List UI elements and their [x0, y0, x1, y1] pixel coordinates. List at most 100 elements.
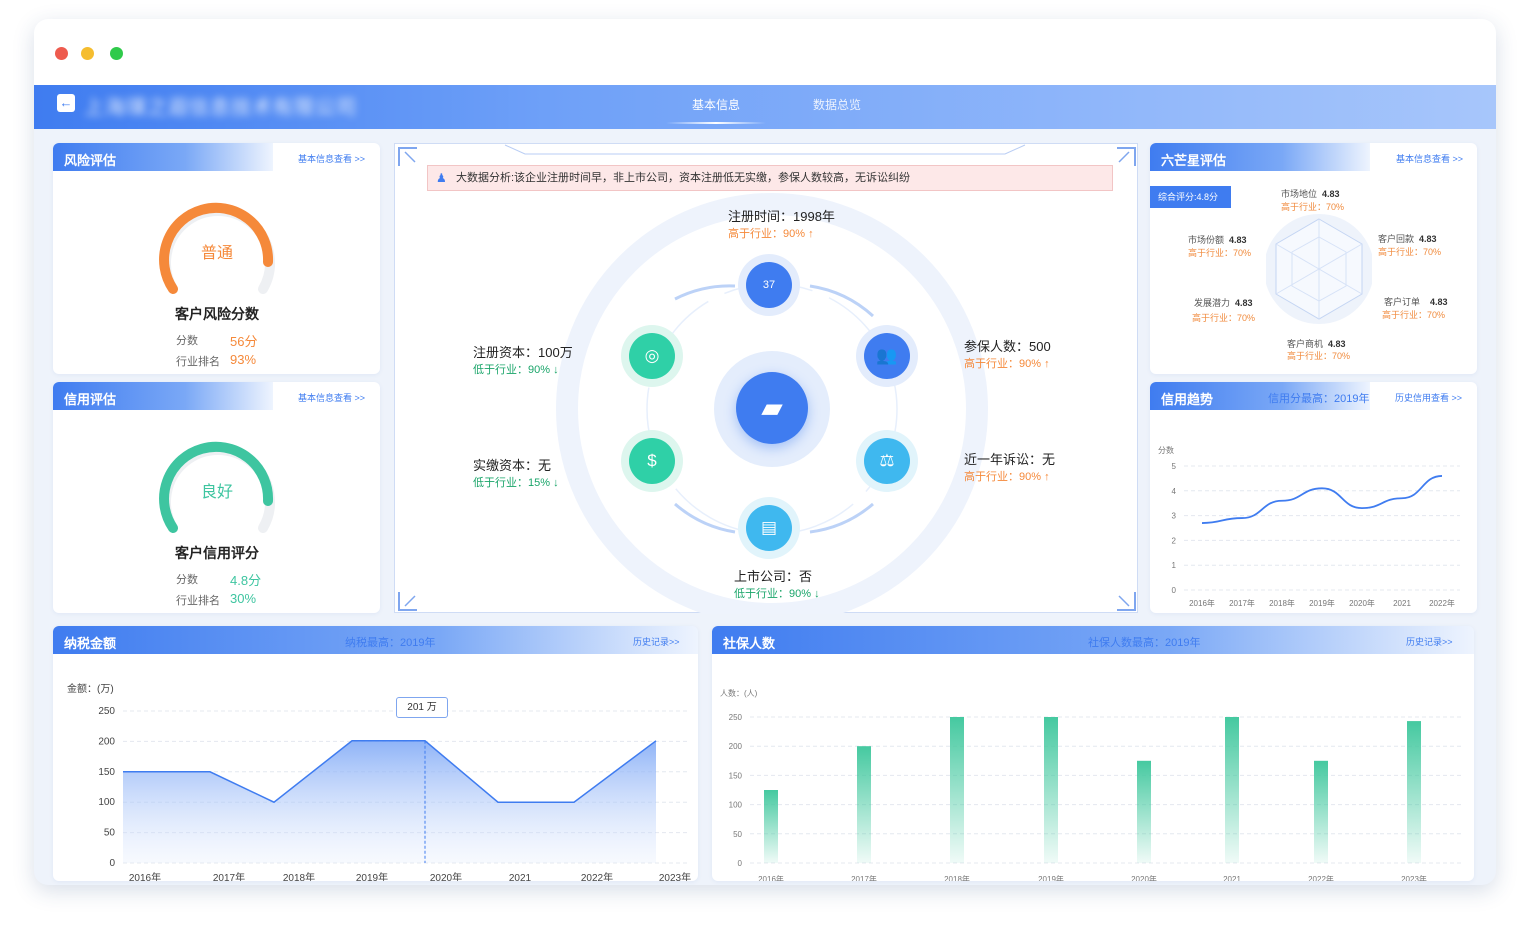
tax-area-fill [123, 740, 656, 863]
basic-info-link[interactable]: 基本信息查看 >> [1396, 152, 1463, 165]
social-bar [950, 717, 964, 863]
analysis-banner: ♟ 大数据分析:该企业注册时间早，非上市公司，资本注册低无实缴，参保人数较高，无… [427, 165, 1113, 191]
radar-item-1: 市场份额 4.83 [1188, 235, 1247, 245]
x-tick-label: 2020年 [1349, 598, 1375, 608]
book-icon: ▰ [736, 372, 808, 444]
risk-level-label: 普通 [200, 245, 233, 262]
tax-tooltip: 201 万 [396, 697, 448, 718]
radar-item-2-sub: 高于行业：70% [1378, 247, 1442, 257]
radar-item-4: 客户订单 4.83 [1384, 297, 1448, 307]
social-history-link[interactable]: 历史记录>> [1406, 635, 1453, 648]
card-header: 风险评估 [53, 143, 273, 171]
y-tick-label: 200 [98, 736, 115, 747]
radar-item-3-sub: 高于行业：70% [1192, 313, 1256, 323]
window-titlebar [34, 19, 1496, 85]
x-tick-label: 2021 [1393, 599, 1411, 608]
x-tick-label: 2020年 [430, 871, 462, 881]
credit-metric-title: 客户信用评分 [175, 545, 259, 561]
top-header: ← 上海璞之遐信息技术有限公司 基本信息 数据总览 [34, 85, 1496, 129]
reg-time-label: 注册时间：1998年 [728, 209, 835, 224]
y-tick-label: 100 [729, 801, 743, 810]
lawsuit-sub: 高于行业：90% ↑ [964, 471, 1050, 483]
reg-capital-label: 注册资本：100万 [473, 345, 573, 360]
rank-key: 行业排名 [176, 356, 220, 368]
x-tick-label: 2020年 [1131, 874, 1157, 881]
six-star-card: 六芒星评估 基本信息查看 >> 综合评分:4.8分 市场地位 4.83 高于行业… [1150, 143, 1477, 374]
x-tick-label: 2022年 [1308, 874, 1334, 881]
y-tick-label: 1 [1172, 561, 1177, 570]
social-bar [1137, 760, 1151, 863]
company-name: 上海璞之遐信息技术有限公司 [84, 97, 357, 119]
radar-item-2: 客户回款 4.83 [1378, 234, 1437, 244]
basic-info-link[interactable]: 基本信息查看 >> [298, 152, 365, 165]
y-axis-label: 人数：(人) [720, 688, 758, 698]
big-data-analysis-panel: ♟ 大数据分析:该企业注册时间早，非上市公司，资本注册低无实缴，参保人数较高，无… [394, 143, 1138, 614]
y-tick-label: 200 [729, 742, 743, 751]
lawsuit-label: 近一年诉讼：无 [964, 452, 1056, 467]
rank-key: 行业排名 [176, 595, 220, 607]
credit-history-link[interactable]: 历史信用查看 >> [1395, 391, 1462, 404]
credit-score-value: 4.8分 [230, 573, 262, 588]
social-bar [1407, 721, 1421, 863]
y-tick-label: 250 [729, 713, 743, 722]
back-arrow-icon[interactable]: ← [57, 94, 75, 112]
score-key: 分数 [176, 335, 198, 347]
x-tick-label: 2023年 [659, 871, 691, 881]
y-axis-label: 分数 [1158, 445, 1174, 455]
x-tick-label: 2019年 [1309, 598, 1335, 608]
risk-rank-value: 93% [230, 352, 257, 367]
y-tick-label: 0 [738, 859, 743, 868]
y-tick-label: 5 [1172, 462, 1177, 471]
tax-amount-chart: 0 50 100 150 200 250 金额：(万) 2016年 2017年 2018年 2019… [67, 682, 691, 881]
radar-item-0: 市场地位 4.83 [1281, 189, 1340, 199]
card-title: 六芒星评估 [1161, 153, 1227, 168]
credit-assessment-card: 信用评估 基本信息查看 >> 良好 客户信用评分 分数 4.8分 行业排名 30… [53, 382, 380, 613]
credit-level-label: 良好 [200, 484, 233, 501]
y-tick-label: 150 [729, 771, 743, 780]
y-tick-label: 3 [1172, 512, 1177, 521]
close-window-button[interactable] [55, 47, 68, 60]
radar-item-3: 发展潜力 4.83 [1194, 298, 1253, 308]
maximize-window-button[interactable] [110, 47, 123, 60]
tax-amount-card: 纳税金额 纳税最高：2019年 历史记录>> 0 50 100 150 200 250 金额… [53, 626, 698, 881]
y-tick-label: 250 [98, 706, 115, 717]
card-title: 信用趋势 [1161, 392, 1214, 407]
risk-score-value: 56分 [230, 334, 258, 349]
coins-icon: ◎ [629, 333, 675, 379]
tax-history-link[interactable]: 历史记录>> [633, 635, 680, 648]
social-highlight: 社保人数最高：2019年 [1088, 637, 1201, 649]
y-tick-label: 50 [733, 830, 742, 839]
x-tick-label: 2017年 [1229, 598, 1255, 608]
minimize-window-button[interactable] [81, 47, 94, 60]
x-tick-label: 2016年 [1189, 598, 1215, 608]
banner-text: 大数据分析:该企业注册时间早，非上市公司，资本注册低无实缴，参保人数较高，无诉讼… [456, 172, 911, 184]
score-key: 分数 [176, 574, 198, 586]
x-tick-label: 2019年 [356, 871, 388, 881]
card-header: 信用评估 [53, 382, 273, 410]
listed-sub: 低于行业：90% ↓ [734, 588, 820, 600]
social-bar [1314, 760, 1328, 863]
x-tick-label: 2021 [509, 873, 532, 881]
card-title: 纳税金额 [64, 636, 117, 651]
social-bar [857, 746, 871, 863]
tab-data-overview[interactable]: 数据总览 [813, 96, 861, 113]
radar-item-4-sub: 高于行业：70% [1382, 310, 1446, 320]
chart-doc-icon: ▤ [746, 505, 792, 551]
credit-trend-highlight: 信用分最高：2019年 [1268, 393, 1370, 405]
basic-info-link[interactable]: 基本信息查看 >> [298, 391, 365, 404]
tax-highlight: 纳税最高：2019年 [345, 637, 436, 649]
app-window: ← 上海璞之遐信息技术有限公司 基本信息 数据总览 风险评估 基本信息查看 >>… [34, 19, 1496, 885]
x-tick-label: 2018年 [283, 871, 315, 881]
radar-item-5-sub: 高于行业：70% [1287, 351, 1351, 361]
x-tick-label: 2016年 [758, 874, 784, 881]
insured-label: 参保人数：500 [964, 339, 1051, 354]
hexagon-radar [1266, 214, 1372, 324]
reg-capital-sub: 低于行业：90% ↓ [473, 364, 559, 376]
y-tick-label: 2 [1172, 536, 1177, 545]
tab-basic-info[interactable]: 基本信息 [665, 96, 767, 124]
risk-assessment-card: 风险评估 基本信息查看 >> 普通 客户风险分数 分数 56分 行业排名 93% [53, 143, 380, 374]
money-bag-icon: $ [629, 438, 675, 484]
card-title: 风险评估 [64, 153, 117, 168]
social-insurance-chart: 0 50 100 150 200 250 人数：(人) 2016年 2017年 2018年 2019… [720, 688, 1464, 881]
insured-sub: 高于行业：90% ↑ [964, 358, 1050, 370]
